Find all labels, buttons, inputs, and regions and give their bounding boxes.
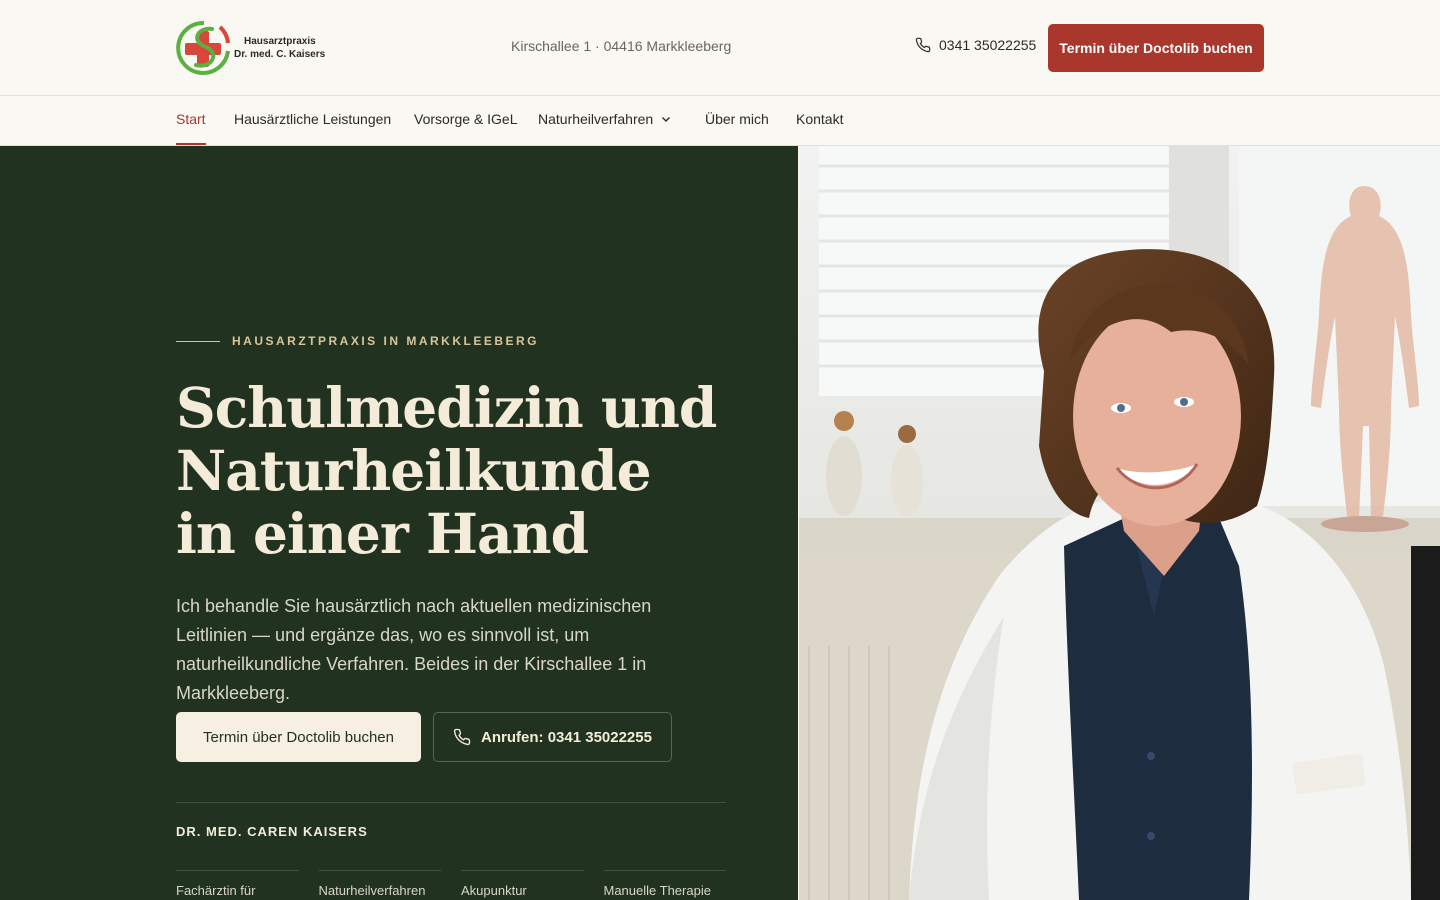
logo-text: Hausarztpraxis Dr. med. C. Kaisers — [234, 35, 325, 61]
hero-eyebrow-text: HAUSARZTPRAXIS IN MARKKLEEBERG — [232, 334, 540, 348]
site-header: Hausarztpraxis Dr. med. C. Kaisers Kirsc… — [0, 0, 1440, 96]
headline-line-2: Naturheilkunde — [176, 438, 652, 503]
qualification-item: Manuelle Therapie — [603, 870, 726, 898]
nav-item-start[interactable]: Start — [176, 111, 206, 145]
headline-line-1: Schulmedizin und — [176, 375, 717, 440]
nav-item-kontakt[interactable]: Kontakt — [796, 111, 843, 127]
doctor-portrait-photo — [799, 146, 1440, 900]
medical-cross-logo-icon — [176, 20, 230, 75]
nav-item-naturheilverfahren-label: Naturheilverfahren — [538, 111, 654, 127]
qualification-item: Akupunktur — [461, 870, 584, 898]
practice-logo[interactable]: Hausarztpraxis Dr. med. C. Kaisers — [176, 19, 326, 77]
chevron-down-icon — [662, 117, 671, 122]
nav-item-ueber-mich[interactable]: Über mich — [705, 111, 769, 127]
nav-item-vorsorge-igel[interactable]: Vorsorge & IGeL — [414, 111, 518, 127]
doctor-name: DR. MED. CAREN KAISERS — [176, 824, 368, 839]
header-phone-link[interactable]: 0341 35022255 — [915, 37, 1036, 53]
eyebrow-line — [176, 340, 220, 342]
logo-line-2: Dr. med. C. Kaisers — [234, 49, 326, 60]
headline-line-3: in einer Hand — [176, 501, 589, 566]
hero-lead-text: Ich behandle Sie hausärztlich nach aktue… — [176, 596, 652, 703]
qualification-item: Fachärztin für — [176, 870, 299, 898]
hero-call-button[interactable]: Anrufen: 0341 35022255 — [433, 712, 672, 762]
nav-item-naturheilverfahren[interactable]: Naturheilverfahren — [538, 111, 671, 127]
phone-icon — [453, 728, 471, 746]
hero-eyebrow: HAUSARZTPRAXIS IN MARKKLEEBERG — [176, 334, 539, 348]
phone-icon — [915, 37, 931, 53]
qualifications-list: Fachärztin für Naturheilverfahren Akupun… — [176, 870, 726, 898]
nav-item-hausaerztliche-leistungen[interactable]: Hausärztliche Leistungen — [234, 111, 391, 127]
qualification-item: Naturheilverfahren — [318, 870, 441, 898]
hero-headline: Schulmedizin und Naturheilkunde in einer… — [176, 376, 736, 565]
header-phone-number: 0341 35022255 — [939, 37, 1037, 53]
main-navigation: Start Hausärztliche Leistungen Vorsorge … — [0, 97, 1440, 146]
hero-book-doctolib-button[interactable]: Termin über Doctolib buchen — [176, 712, 421, 762]
hero-call-label: Anrufen: 0341 35022255 — [481, 728, 652, 746]
practice-address: Kirschallee 1 · 04416 Markkleeberg — [511, 38, 732, 54]
hero-divider — [176, 802, 726, 803]
doctor-portrait-illustration — [799, 146, 1440, 900]
book-doctolib-button[interactable]: Termin über Doctolib buchen — [1048, 24, 1264, 72]
logo-line-1: Hausarztpraxis — [244, 36, 316, 47]
